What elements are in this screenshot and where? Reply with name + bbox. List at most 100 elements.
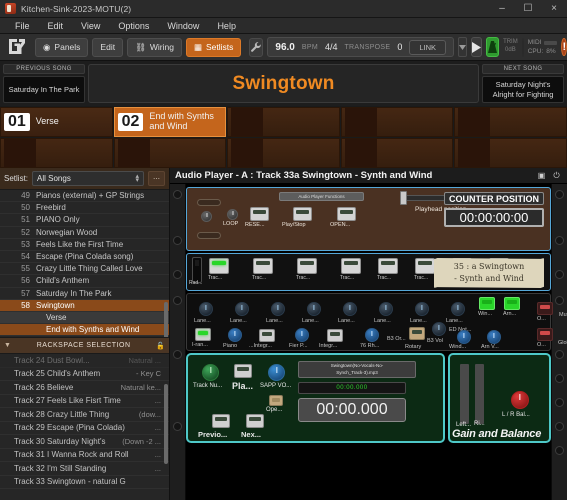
integra-button-2[interactable] xyxy=(327,329,343,342)
arn-button[interactable] xyxy=(504,297,520,310)
loop-knob[interactable] xyxy=(227,209,238,220)
filename-line-2: Synch_Track-3).mp3 xyxy=(336,369,378,375)
menu-file[interactable]: File xyxy=(6,18,39,34)
lane-knob-3[interactable] xyxy=(271,302,285,316)
lock-icon[interactable]: 🔓 xyxy=(156,342,165,350)
lane-knob-7[interactable] xyxy=(415,302,429,316)
track-button-5[interactable] xyxy=(378,258,398,274)
song-list[interactable]: 49 Pianos (external) + GP Strings 50 Freeb… xyxy=(0,190,169,337)
play-stop-button[interactable] xyxy=(293,207,312,221)
maximize-icon[interactable]: ☐ xyxy=(515,0,541,18)
reset-button[interactable] xyxy=(250,207,269,221)
song-part-3[interactable] xyxy=(227,107,340,137)
wind-knob[interactable] xyxy=(457,330,471,344)
menu-options[interactable]: Options xyxy=(109,18,158,34)
arn-volume-knob[interactable] xyxy=(487,330,501,344)
next-song-name[interactable]: Saturday Night's Alright for Fighting xyxy=(482,76,564,103)
song-part-4[interactable] xyxy=(340,107,454,137)
fier-p-knob[interactable] xyxy=(295,328,309,342)
chevron-down-icon[interactable]: ▼ xyxy=(4,342,11,349)
lane-label-4: Lane... xyxy=(302,318,319,324)
transpose-value[interactable]: 0 xyxy=(397,42,402,52)
power-icon[interactable]: ⏻ xyxy=(551,170,562,181)
next-song-block[interactable]: NEXT SONG Saturday Night's Alright for F… xyxy=(482,64,564,103)
minimize-icon[interactable]: – xyxy=(489,0,515,18)
previous-song-name[interactable]: Saturday In The Park xyxy=(3,76,85,103)
open-file-button[interactable] xyxy=(337,207,356,221)
lane-knob-2[interactable] xyxy=(235,302,249,316)
lane-knob-6[interactable] xyxy=(379,302,393,316)
song-part-6[interactable] xyxy=(0,138,113,168)
o-button-1[interactable] xyxy=(537,302,553,315)
midi-meter xyxy=(544,40,558,45)
setlists-button[interactable]: ▦ Setlists xyxy=(185,37,242,57)
track-button-1[interactable] xyxy=(209,258,229,274)
rotary-label: Rotary xyxy=(405,344,422,350)
o-button-2[interactable] xyxy=(537,328,553,341)
link-button[interactable]: LINK xyxy=(409,39,447,55)
integra-button-1[interactable] xyxy=(259,329,275,342)
rackspace-list[interactable]: Track 24 Dust Bowl... Natural ... Track 2… xyxy=(0,354,169,500)
b3-volume-knob[interactable] xyxy=(432,322,446,336)
panic-button[interactable]: ! xyxy=(561,38,567,56)
sapp-volume-knob[interactable] xyxy=(268,364,285,381)
lane-knob-4[interactable] xyxy=(307,302,321,316)
song-part-2[interactable]: 02 End with Synths and Wind xyxy=(113,107,227,137)
loop-indicator-knob[interactable] xyxy=(201,211,212,222)
setlist-dropdown[interactable]: All Songs ▴ ▾ xyxy=(32,171,144,186)
chevron-down-icon[interactable] xyxy=(458,37,468,57)
track-button-2[interactable] xyxy=(253,258,273,274)
trim-value: 0dB xyxy=(505,47,516,53)
song-part-9[interactable] xyxy=(340,138,454,168)
lr-balance-knob[interactable] xyxy=(511,391,529,409)
song-part-1[interactable]: 01 Verse xyxy=(0,107,113,137)
save-icon[interactable]: ▣ xyxy=(536,170,547,181)
track-label-2: Trac... xyxy=(252,275,266,281)
tuner-button[interactable] xyxy=(249,37,264,57)
counter-position-value[interactable]: 00:00:00:00 xyxy=(444,208,544,227)
song-part-7[interactable] xyxy=(113,138,227,168)
elapsed-time-large[interactable]: 00:00.000 xyxy=(298,398,406,422)
lane-knob-8[interactable] xyxy=(451,302,465,316)
track-button-4[interactable] xyxy=(341,258,361,274)
panels-button[interactable]: ◉ Panels xyxy=(35,37,89,57)
rhodes-knob[interactable] xyxy=(365,328,379,342)
song-part-10[interactable] xyxy=(454,138,567,168)
previous-song-block[interactable]: PREVIOUS SONG Saturday In The Park xyxy=(3,64,85,103)
win-button[interactable] xyxy=(479,297,495,310)
master-volume-knob[interactable] xyxy=(521,37,524,57)
close-icon[interactable]: × xyxy=(541,0,567,18)
edit-button[interactable]: Edit xyxy=(92,37,124,57)
sapp-volume-label: SAPP VO... xyxy=(260,383,292,389)
previous-song-caption: PREVIOUS SONG xyxy=(3,64,85,74)
playhead-slider-thumb[interactable] xyxy=(400,191,407,205)
song-list-scrollbar[interactable] xyxy=(164,302,168,337)
metronome-button[interactable] xyxy=(486,37,500,57)
lane-knob-5[interactable] xyxy=(343,302,357,316)
audio-player-functions-button[interactable]: Audio Player Functions xyxy=(279,192,364,201)
rackspace-list-scrollbar[interactable] xyxy=(164,384,168,464)
menu-edit[interactable]: Edit xyxy=(39,18,73,34)
bpm-value[interactable]: 96.0 xyxy=(275,42,294,53)
song-part-5[interactable] xyxy=(454,107,567,137)
previous-button-green[interactable] xyxy=(212,414,230,428)
next-button-green[interactable] xyxy=(246,414,264,428)
song-part-8[interactable] xyxy=(227,138,340,168)
time-signature[interactable]: 4/4 xyxy=(325,42,338,52)
track-button-3[interactable] xyxy=(297,258,317,274)
track-button-6[interactable] xyxy=(415,258,435,274)
menu-help[interactable]: Help xyxy=(208,18,245,34)
menu-window[interactable]: Window xyxy=(158,18,208,34)
setlist-options-button[interactable]: ⋯ xyxy=(148,171,165,186)
play-button-green[interactable] xyxy=(234,364,252,378)
filename-display[interactable]: Swingtown(No-Vocals-No- Synch_Track-3).m… xyxy=(298,361,416,378)
trans-button[interactable] xyxy=(195,328,211,341)
track-number-knob[interactable] xyxy=(202,364,219,381)
rotary-button[interactable] xyxy=(409,327,425,340)
play-button[interactable] xyxy=(471,37,483,57)
menu-view[interactable]: View xyxy=(72,18,109,34)
wiring-button[interactable]: ⛓ Wiring xyxy=(127,37,182,57)
piano-knob[interactable] xyxy=(228,328,242,342)
lane-knob-1[interactable] xyxy=(199,302,213,316)
open-button-green[interactable] xyxy=(269,395,283,406)
